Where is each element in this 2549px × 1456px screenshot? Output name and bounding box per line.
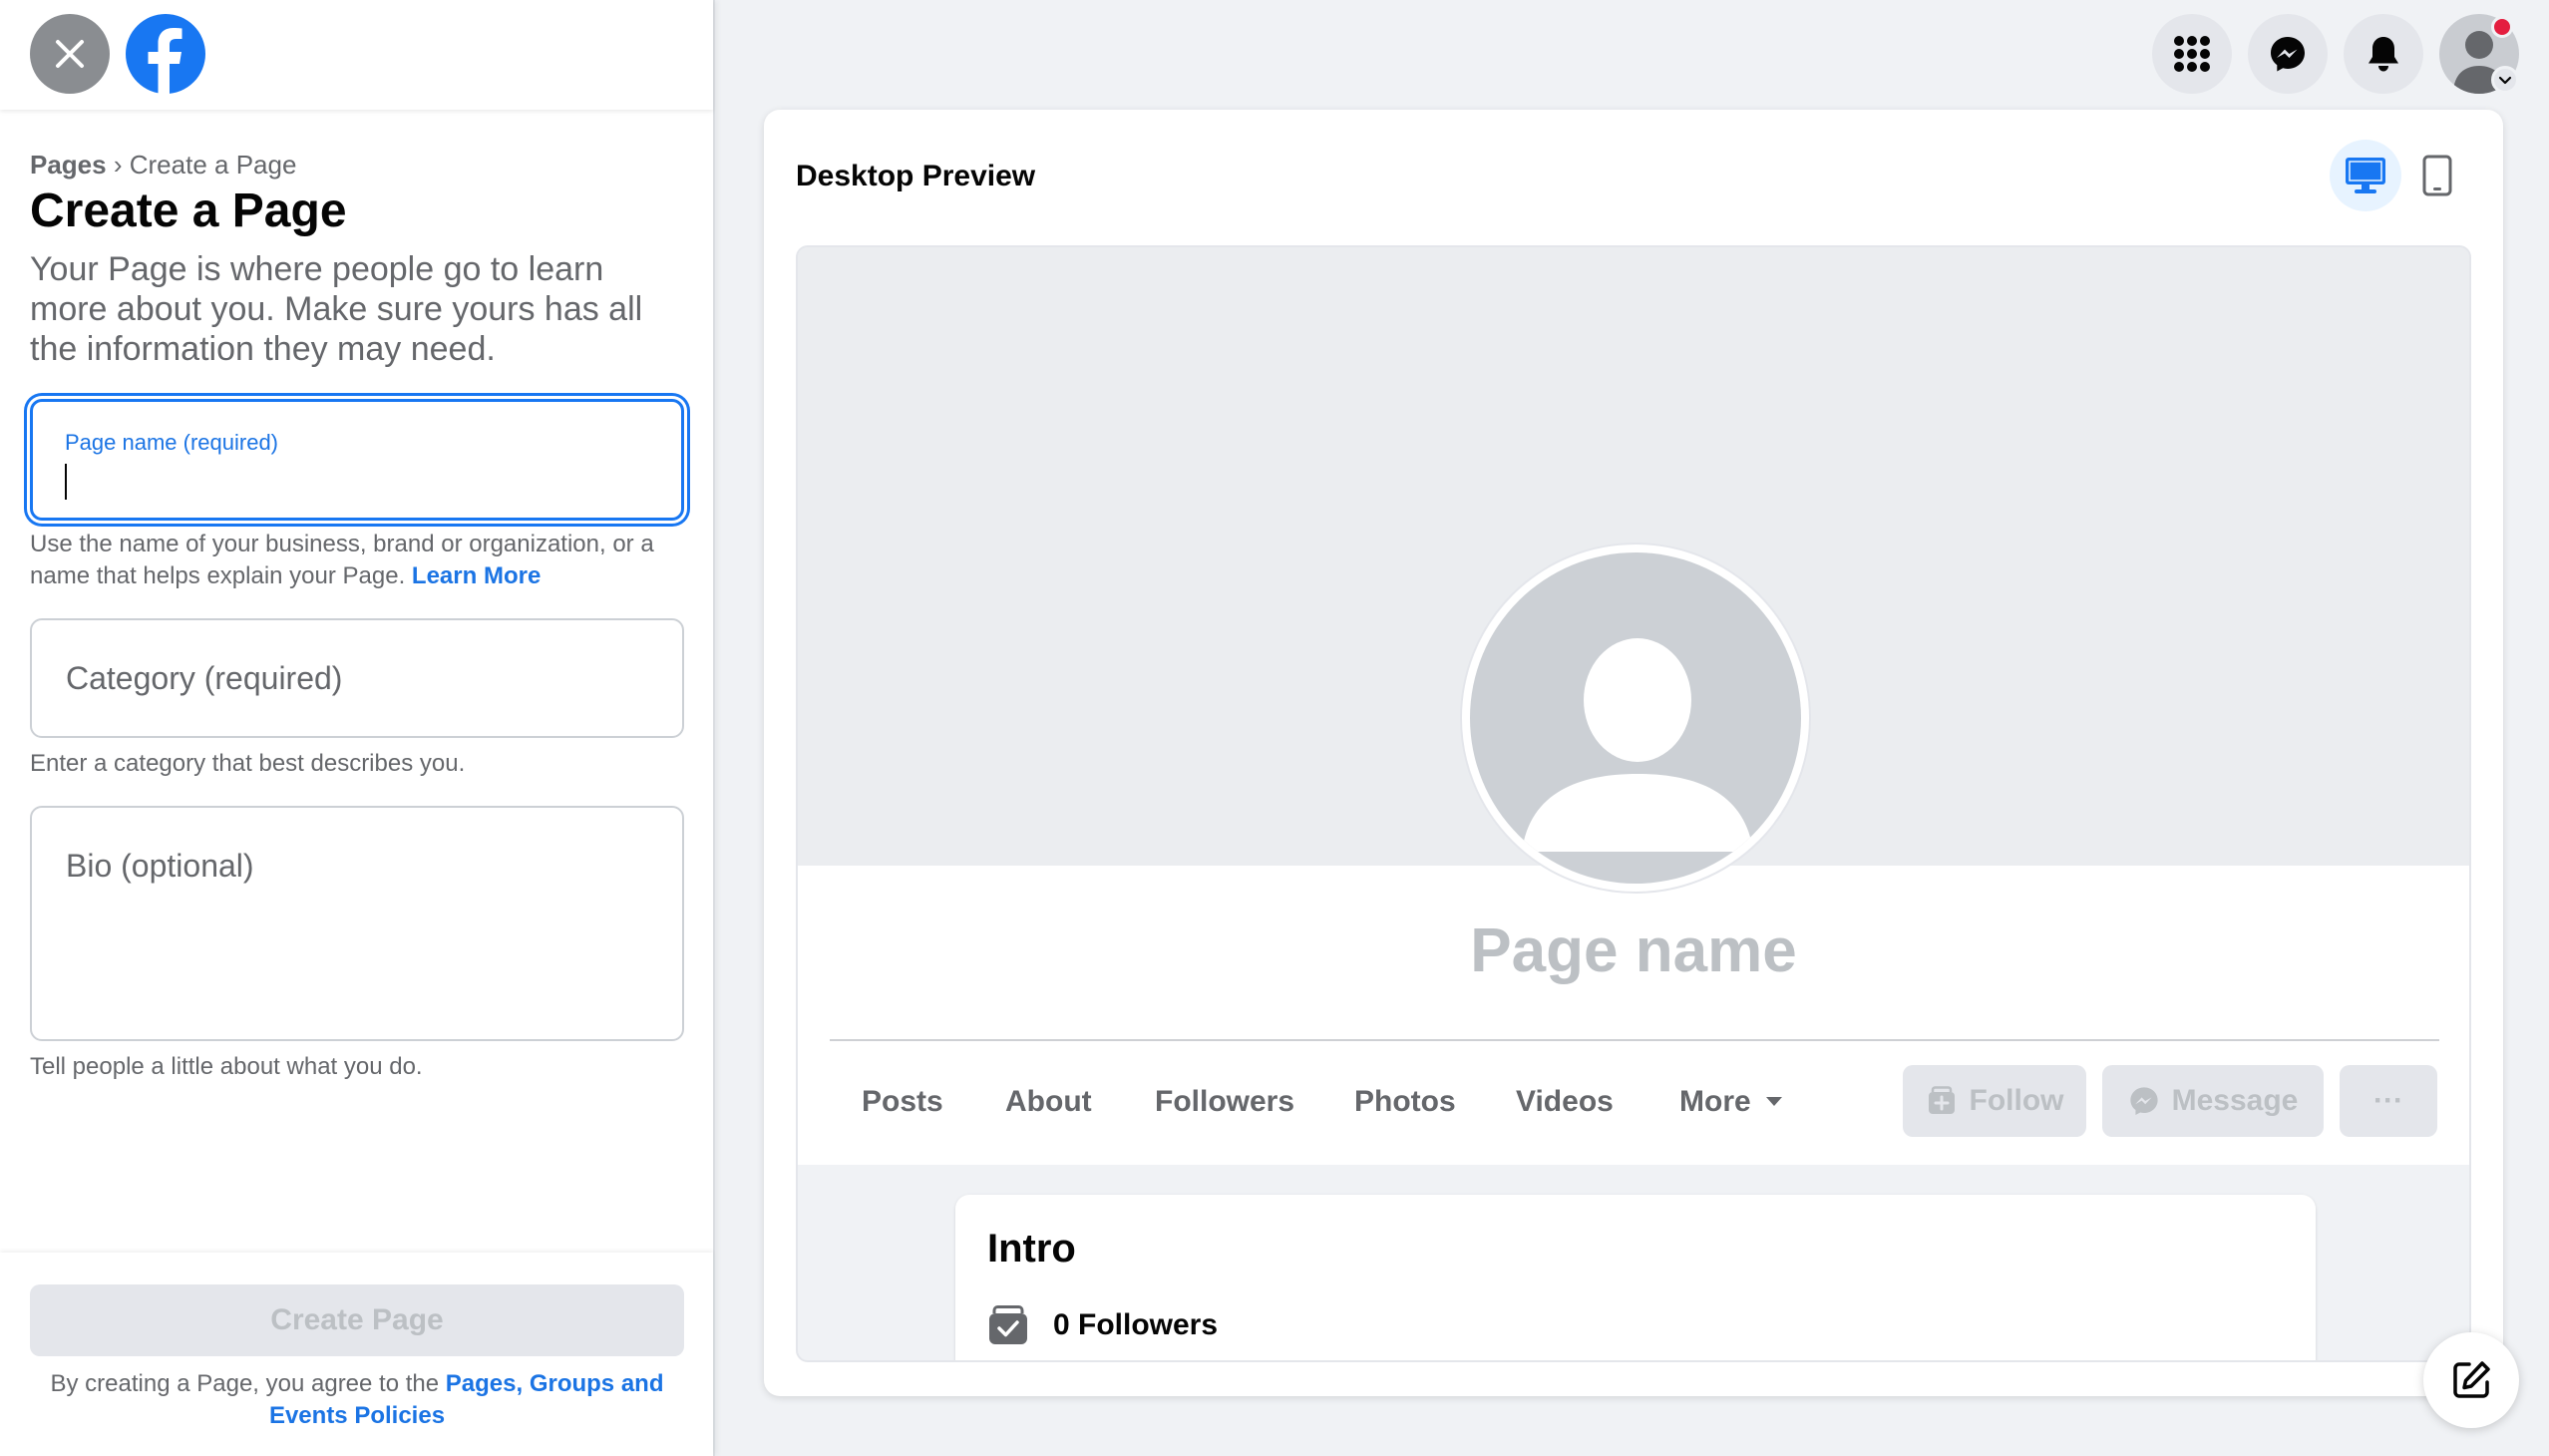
tab-videos[interactable]: Videos (1516, 1085, 1614, 1119)
followers-count-row: 0 Followers (987, 1304, 1218, 1346)
message-button[interactable]: Message (2102, 1065, 2324, 1137)
menu-grid-icon (2174, 36, 2210, 72)
desktop-icon (2346, 158, 2385, 193)
terms-prefix: By creating a Page, you agree to the (50, 1370, 440, 1397)
followers-check-icon (989, 1305, 1027, 1344)
tab-about[interactable]: About (1005, 1085, 1092, 1119)
messenger-icon (2271, 37, 2305, 72)
profile-picture-placeholder (1460, 543, 1811, 894)
more-options-button[interactable]: ··· (2340, 1065, 2437, 1137)
new-message-button[interactable] (2423, 1332, 2519, 1428)
close-icon (56, 40, 84, 68)
chevron-down-icon (2498, 76, 2512, 85)
intro-title: Intro (987, 1227, 1076, 1271)
breadcrumb-separator: › (113, 150, 123, 180)
preview-title: Desktop Preview (796, 160, 1036, 192)
preview-card: Desktop Preview Page name Posts About Fo… (764, 110, 2503, 1396)
learn-more-link[interactable]: Learn More (412, 562, 541, 589)
text-cursor (65, 464, 67, 500)
followers-count: 0 Followers (1053, 1308, 1219, 1341)
facebook-logo[interactable] (126, 14, 205, 94)
compose-icon (2453, 1361, 2490, 1398)
breadcrumb: Pages › Create a Page (30, 150, 296, 181)
follow-icon (1928, 1086, 1955, 1114)
tab-more-label: More (1679, 1085, 1751, 1118)
page-name-field[interactable]: Page name (required) (30, 399, 684, 521)
page-name-hint-text: Use the name of your business, brand or … (30, 531, 654, 589)
panel-footer: Create Page By creating a Page, you agre… (0, 1253, 713, 1456)
tab-followers[interactable]: Followers (1155, 1085, 1294, 1119)
menu-button[interactable] (2152, 14, 2232, 94)
bell-icon (2368, 37, 2398, 72)
intro-card: Intro 0 Followers (955, 1195, 2316, 1360)
desktop-view-toggle[interactable] (2330, 140, 2401, 211)
tab-posts[interactable]: Posts (862, 1085, 943, 1119)
page-title: Create a Page (30, 184, 347, 237)
bio-hint: Tell people a little about what you do. (30, 1053, 423, 1080)
facebook-logo-icon (126, 14, 205, 94)
page-preview: Page name Posts About Followers Photos V… (796, 245, 2471, 1362)
page-name-label: Page name (required) (65, 430, 279, 455)
panel-header (0, 0, 713, 110)
page-name-hint: Use the name of your business, brand or … (30, 529, 688, 592)
messenger-button[interactable] (2248, 14, 2328, 94)
follow-button[interactable]: Follow (1903, 1065, 2086, 1137)
create-page-panel: Pages › Create a Page Create a Page Your… (0, 0, 715, 1456)
terms-notice: By creating a Page, you agree to the Pag… (30, 1368, 684, 1432)
breadcrumb-current: Create a Page (129, 150, 297, 180)
mobile-view-toggle[interactable] (2401, 140, 2473, 211)
account-menu-chevron[interactable] (2491, 66, 2519, 94)
create-page-button[interactable]: Create Page (30, 1284, 684, 1356)
message-button-label: Message (2171, 1084, 2299, 1117)
messenger-icon (2130, 1087, 2158, 1115)
category-field[interactable]: Category (required) (30, 618, 684, 738)
profile-silhouette-icon (1522, 638, 1753, 852)
bio-placeholder: Bio (optional) (66, 848, 254, 884)
preview-page-name: Page name (1470, 916, 1797, 985)
page-description: Your Page is where people go to learn mo… (30, 250, 643, 368)
mobile-phone-icon (2422, 155, 2452, 196)
tab-photos[interactable]: Photos (1354, 1085, 1456, 1119)
bio-field[interactable]: Bio (optional) (30, 806, 684, 1041)
notification-dot (2491, 16, 2513, 38)
caret-down-icon (1765, 1097, 1782, 1106)
notifications-button[interactable] (2344, 14, 2423, 94)
follow-button-label: Follow (1969, 1084, 2064, 1117)
category-hint: Enter a category that best describes you… (30, 750, 466, 777)
profile-divider (830, 1039, 2439, 1041)
category-placeholder: Category (required) (66, 660, 343, 696)
breadcrumb-pages-link[interactable]: Pages (30, 150, 107, 180)
close-button[interactable] (30, 14, 110, 94)
tab-more[interactable]: More (1679, 1085, 1783, 1119)
